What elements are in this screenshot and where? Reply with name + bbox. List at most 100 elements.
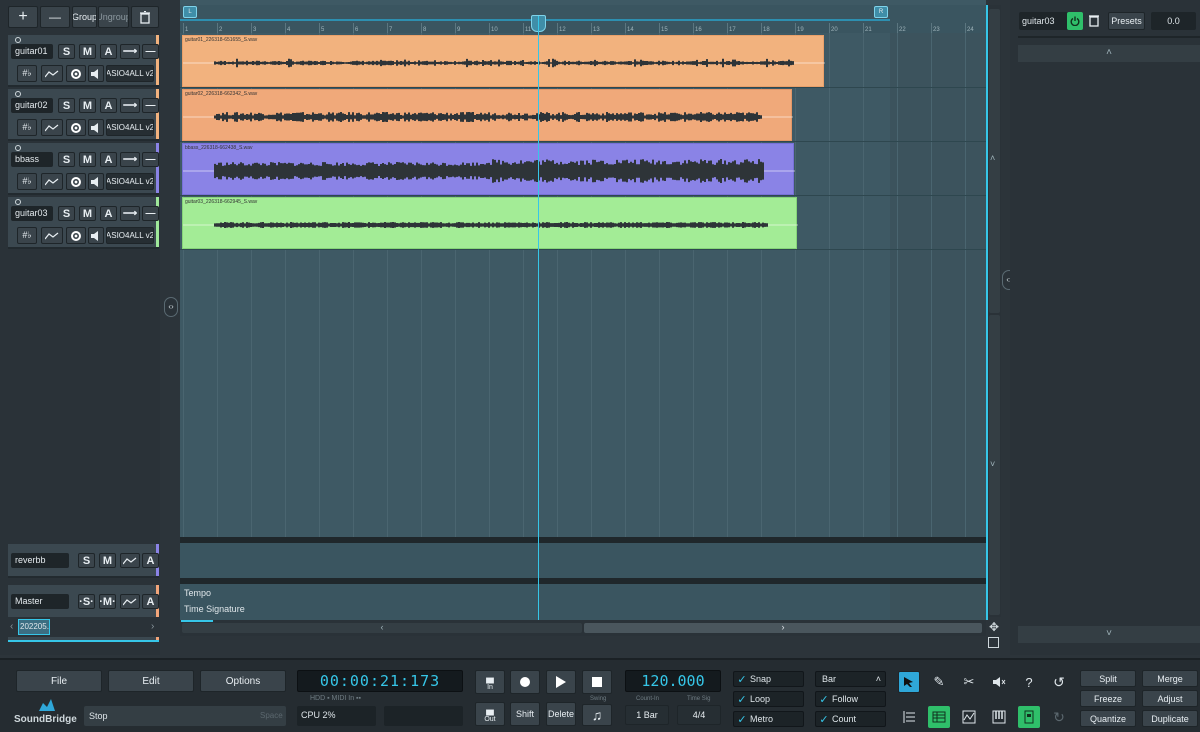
- freeze-button[interactable]: Freeze: [1080, 690, 1136, 707]
- redo-button[interactable]: ↻: [1048, 706, 1070, 728]
- loop-start-marker[interactable]: L: [183, 6, 197, 18]
- track-header[interactable]: bbass S M A ⟶ — #♭ ASIO4ALL v2: [8, 143, 159, 195]
- follow-toggle[interactable]: ✓ Follow: [815, 691, 886, 707]
- piano-roll-button[interactable]: [988, 706, 1010, 728]
- delete-button[interactable]: Delete: [546, 702, 576, 726]
- device-view-button[interactable]: [1018, 706, 1040, 728]
- arrangement-area[interactable]: L R 1 2 3 4 5 6 7 8 9 10 11 12 13 14 15 16 17 18 19 20 21 22 2…: [180, 0, 986, 620]
- stop-button[interactable]: [582, 670, 612, 694]
- tuner-button[interactable]: #♭: [17, 227, 37, 244]
- grid-select[interactable]: Bar ˄: [815, 671, 886, 687]
- horizontal-scrollbar[interactable]: ‹ ›: [180, 620, 986, 636]
- master-track[interactable]: Master ·S· ·M· A ‹ 202205... ›: [8, 585, 159, 642]
- panel-splitter-left[interactable]: ‹›: [164, 297, 178, 317]
- mute-button[interactable]: M: [99, 553, 116, 568]
- record-arm-icon[interactable]: [15, 199, 21, 205]
- punch-out-button[interactable]: ▗▖ Out: [475, 702, 505, 726]
- return-track-reverbb[interactable]: reverbb S M A: [8, 544, 159, 578]
- move-icon[interactable]: ✥: [987, 620, 1001, 634]
- power-button[interactable]: [1067, 12, 1083, 30]
- automation-button[interactable]: [41, 119, 63, 136]
- audio-clip[interactable]: guitar03_226318-662945_S.wav: [182, 197, 798, 249]
- track-list-button[interactable]: [898, 706, 920, 728]
- speaker-button[interactable]: [88, 119, 104, 136]
- scissors-tool-button[interactable]: ✂: [958, 671, 980, 693]
- time-display[interactable]: 00:00:21:173: [297, 670, 463, 692]
- quantize-button[interactable]: Quantize: [1080, 710, 1136, 727]
- count-in-select[interactable]: 1 Bar: [625, 705, 669, 725]
- record-arm-icon[interactable]: [15, 145, 21, 151]
- track-header[interactable]: guitar01 S M A ⟶ — #♭ ASIO4ALL v2: [8, 35, 159, 87]
- split-button[interactable]: Split: [1080, 670, 1136, 687]
- automation-button[interactable]: [41, 173, 63, 190]
- auto-button[interactable]: A: [100, 152, 117, 167]
- arrange-view-button[interactable]: [928, 706, 950, 728]
- collapse-button[interactable]: —: [142, 44, 159, 59]
- solo-button[interactable]: S: [58, 152, 75, 167]
- mute-button[interactable]: M: [79, 152, 96, 167]
- track-header[interactable]: guitar03 S M A ⟶ — #♭ ASIO4ALL v2: [8, 197, 159, 249]
- auto-button[interactable]: A: [100, 206, 117, 221]
- chevron-left-icon[interactable]: ‹: [10, 621, 13, 632]
- track-header[interactable]: guitar02 S M A ⟶ — #♭ ASIO4ALL v2: [8, 89, 159, 141]
- routing-button[interactable]: ⟶: [120, 44, 140, 59]
- solo-button[interactable]: S: [78, 553, 95, 568]
- device-scroll-up[interactable]: ˄: [1018, 45, 1200, 62]
- file-menu-button[interactable]: File: [16, 670, 102, 692]
- tuner-button[interactable]: #♭: [17, 119, 37, 136]
- track-name-field[interactable]: guitar01: [11, 44, 53, 59]
- pointer-tool-button[interactable]: [898, 671, 920, 693]
- record-arm-icon[interactable]: [15, 91, 21, 97]
- automation-button[interactable]: [41, 227, 63, 244]
- mute-button[interactable]: M: [79, 206, 96, 221]
- presets-button[interactable]: Presets: [1108, 12, 1145, 30]
- punch-in-button[interactable]: ▗▖ In: [475, 670, 505, 694]
- master-mute-button[interactable]: ·M·: [99, 594, 116, 609]
- swing-button[interactable]: ♫: [582, 704, 612, 726]
- solo-button[interactable]: S: [58, 206, 75, 221]
- auto-button[interactable]: A: [142, 553, 159, 568]
- input-select[interactable]: ASIO4ALL v2: [106, 173, 154, 190]
- snap-toggle[interactable]: ✓ Snap: [733, 671, 804, 687]
- scroll-left-button[interactable]: ‹: [182, 623, 582, 633]
- audio-clip[interactable]: guitar02_226318-662342_S.wav: [182, 89, 793, 141]
- master-automation-button[interactable]: [120, 594, 140, 609]
- chevron-down-icon[interactable]: ˅: [990, 459, 995, 469]
- loop-toggle[interactable]: ✓ Loop: [733, 691, 804, 707]
- master-solo-button[interactable]: ·S·: [78, 594, 95, 609]
- automation-button[interactable]: [41, 65, 63, 82]
- return-track-name[interactable]: reverbb: [11, 553, 69, 568]
- count-toggle[interactable]: ✓ Count: [815, 711, 886, 727]
- delete-track-button[interactable]: [131, 6, 159, 28]
- collapse-button[interactable]: —: [142, 152, 159, 167]
- routing-button[interactable]: ⟶: [120, 206, 140, 221]
- return-lane[interactable]: [180, 543, 986, 578]
- collapse-button[interactable]: —: [142, 206, 159, 221]
- mixer-view-button[interactable]: [958, 706, 980, 728]
- add-track-button[interactable]: +: [8, 6, 38, 28]
- ungroup-button[interactable]: Ungroup: [98, 6, 129, 28]
- time-signature-select[interactable]: 4/4: [677, 705, 721, 725]
- speaker-button[interactable]: [88, 173, 104, 190]
- monitor-button[interactable]: [66, 173, 86, 190]
- device-value-field[interactable]: 0.0: [1151, 12, 1196, 30]
- help-button[interactable]: ?: [1018, 671, 1040, 693]
- vertical-scrollbar[interactable]: ˄ ˅: [988, 5, 1001, 617]
- routing-button[interactable]: ⟶: [120, 152, 140, 167]
- mute-tool-button[interactable]: [988, 671, 1010, 693]
- master-tab[interactable]: 202205...: [18, 619, 50, 635]
- routing-button[interactable]: ⟶: [120, 98, 140, 113]
- collapse-button[interactable]: —: [142, 98, 159, 113]
- auto-button[interactable]: A: [100, 44, 117, 59]
- mute-button[interactable]: M: [79, 44, 96, 59]
- master-auto-button[interactable]: A: [142, 594, 159, 609]
- input-select[interactable]: ASIO4ALL v2: [106, 119, 154, 136]
- speaker-button[interactable]: [88, 65, 104, 82]
- merge-button[interactable]: Merge: [1142, 670, 1198, 687]
- master-track-name[interactable]: Master: [11, 594, 69, 609]
- scroll-right-button[interactable]: ›: [584, 623, 982, 633]
- chevron-up-icon[interactable]: ˄: [990, 153, 995, 163]
- undo-button[interactable]: ↺: [1048, 671, 1070, 693]
- group-button[interactable]: Group: [72, 6, 97, 28]
- metro-toggle[interactable]: ✓ Metro: [733, 711, 804, 727]
